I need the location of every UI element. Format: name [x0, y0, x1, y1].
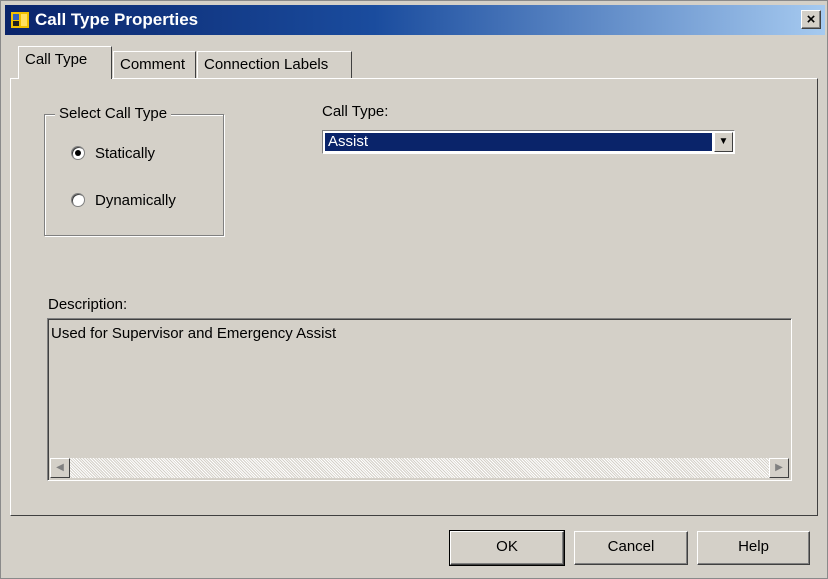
scroll-right-icon: ▶ [775, 462, 783, 473]
group-legend: Select Call Type [55, 105, 172, 122]
call-type-label: Call Type: [322, 103, 389, 120]
select-call-type-group: Select Call Type Statically Dynamically [44, 105, 224, 236]
radio-label: Statically [95, 144, 156, 162]
cancel-button[interactable]: Cancel [574, 531, 688, 565]
description-text: Used for Supervisor and Emergency Assist [51, 325, 337, 342]
dropdown-button[interactable]: ▼ [714, 132, 733, 152]
tab-call-type[interactable]: Call Type [18, 46, 112, 79]
title-bar[interactable]: Call Type Properties × [5, 5, 825, 35]
help-button[interactable]: Help [697, 531, 810, 565]
tab-label: Comment [120, 56, 186, 73]
description-textarea[interactable]: Used for Supervisor and Emergency Assist… [47, 318, 792, 481]
radio-label: Dynamically [95, 191, 176, 209]
radio-statically[interactable]: Statically [71, 143, 155, 163]
horizontal-scrollbar[interactable]: ◀ ▶ [50, 458, 789, 478]
radio-button-checked[interactable] [71, 146, 85, 160]
scroll-left-button[interactable]: ◀ [50, 458, 70, 478]
chevron-down-icon: ▼ [718, 136, 729, 147]
close-button[interactable]: × [801, 10, 821, 29]
radio-button[interactable] [71, 193, 85, 207]
description-label: Description: [48, 296, 128, 313]
close-icon: × [806, 11, 816, 28]
call-type-selected-value: Assist [325, 133, 712, 151]
call-type-dropdown[interactable]: Assist ▼ [322, 130, 735, 154]
window-title: Call Type Properties [35, 10, 199, 29]
tab-comment[interactable]: Comment [113, 51, 196, 79]
tab-label: Connection Labels [204, 56, 329, 73]
scroll-left-icon: ◀ [56, 462, 64, 473]
call-type-app-icon [11, 12, 29, 28]
radio-dynamically[interactable]: Dynamically [71, 190, 176, 210]
tab-connection-labels[interactable]: Connection Labels [197, 51, 352, 79]
scroll-right-button[interactable]: ▶ [769, 458, 789, 478]
ok-button[interactable]: OK [449, 530, 565, 566]
tab-label: Call Type [25, 51, 88, 68]
